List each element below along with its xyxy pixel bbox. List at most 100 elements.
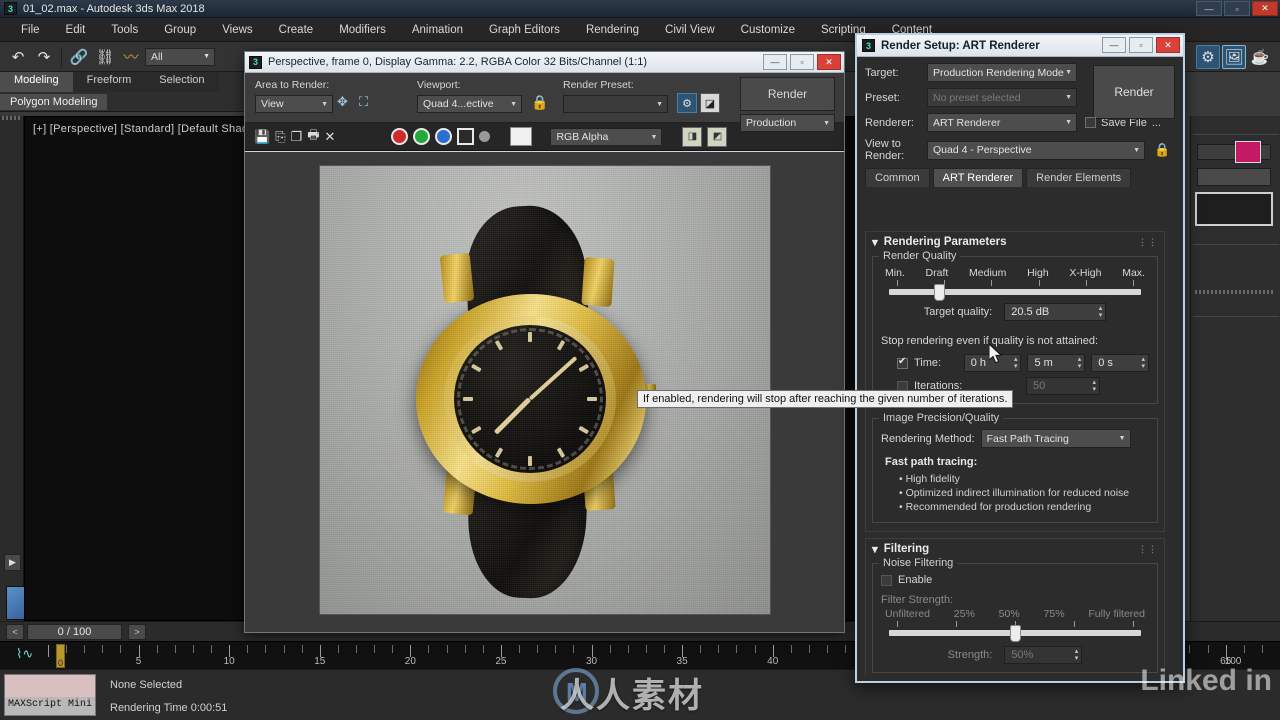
rollout-grip-icon[interactable]: ⋮⋮ xyxy=(1138,544,1158,555)
clone-rendered-frame-icon[interactable]: ◩ xyxy=(707,126,728,147)
menu-item-edit[interactable]: Edit xyxy=(53,24,99,36)
renderer-dropdown[interactable]: ART Renderer ▼ xyxy=(927,113,1077,132)
preset-dropdown[interactable]: No preset selected ▼ xyxy=(927,88,1077,107)
close-button[interactable]: ✕ xyxy=(1252,1,1278,16)
filtering-header[interactable]: ▾ Filtering ⋮⋮ xyxy=(866,539,1164,559)
ribbon-tab-selection[interactable]: Selection xyxy=(145,72,219,92)
menu-item-modifiers[interactable]: Modifiers xyxy=(326,24,399,36)
target-quality-spinner[interactable]: 20.5 dB ▴ ▾ xyxy=(1004,303,1107,321)
time-slider[interactable]: 0 xyxy=(56,644,65,668)
menu-item-group[interactable]: Group xyxy=(151,24,209,36)
menu-item-tools[interactable]: Tools xyxy=(98,24,151,36)
menu-item-animation[interactable]: Animation xyxy=(399,24,476,36)
clear-image-icon[interactable]: ✕ xyxy=(325,129,336,145)
render-preset-dropdown[interactable]: ▼ xyxy=(563,95,668,113)
ribbon-tab-freeform[interactable]: Freeform xyxy=(72,72,146,92)
render-mode-dropdown[interactable]: Production ▼ xyxy=(740,114,835,132)
edit-region-icon[interactable]: ⛶ xyxy=(359,94,379,114)
auto-region-selected-icon[interactable]: ✥ xyxy=(337,94,357,114)
object-color-swatch[interactable] xyxy=(1235,141,1261,163)
rollout-grip[interactable] xyxy=(1195,290,1275,294)
undo-icon[interactable]: ↶ xyxy=(6,45,30,69)
spinner-arrows-icon[interactable]: ▴ ▾ xyxy=(1078,356,1082,370)
spinner-arrows-icon[interactable]: ▴ ▾ xyxy=(1092,379,1096,393)
maxscript-output-pane[interactable] xyxy=(5,675,95,697)
ribbon-tab-modeling[interactable]: Modeling xyxy=(0,72,73,92)
filter-strength-slider[interactable] xyxy=(889,625,1141,642)
render-quality-slider[interactable] xyxy=(889,284,1141,301)
time-seconds-spinner[interactable]: 0 s ▴ ▾ xyxy=(1091,354,1149,372)
render-setup-render-button[interactable]: Render xyxy=(1093,65,1175,119)
modifier-stack-list[interactable] xyxy=(1195,192,1273,226)
tab-art-renderer[interactable]: ART Renderer xyxy=(932,168,1024,187)
toolbar-grip[interactable] xyxy=(2,116,22,120)
clone-image-icon[interactable]: ❐ xyxy=(291,129,303,145)
render-setup-icon[interactable]: ⚙ xyxy=(1196,44,1220,69)
menu-item-create[interactable]: Create xyxy=(266,24,327,36)
time-checkbox[interactable] xyxy=(897,356,908,369)
redo-icon[interactable]: ↷ xyxy=(32,45,56,69)
rendering-method-dropdown[interactable]: Fast Path Tracing ▼ xyxy=(980,429,1131,448)
rollout-grip-icon[interactable]: ⋮⋮ xyxy=(1138,237,1158,248)
strength-spinner[interactable]: 50% ▴ ▾ xyxy=(1004,646,1083,664)
menu-item-views[interactable]: Views xyxy=(209,24,265,36)
select-and-link-icon[interactable]: 🔗 xyxy=(67,45,91,69)
next-frame-button[interactable]: > xyxy=(128,623,146,640)
spinner-arrows-icon[interactable]: ▴ ▾ xyxy=(1141,356,1145,370)
filter-strength-slider-thumb[interactable] xyxy=(1010,625,1021,642)
blue-channel-icon[interactable] xyxy=(435,128,453,145)
view-to-render-dropdown[interactable]: Quad 4 - Perspective ▼ xyxy=(927,140,1145,160)
enable-red-blue-icon[interactable]: ◨ xyxy=(682,126,703,147)
green-channel-icon[interactable] xyxy=(413,128,431,145)
copy-image-icon[interactable]: ⎘ xyxy=(275,129,285,145)
render-setup-icon[interactable]: ⚙ xyxy=(677,93,697,113)
area-to-render-dropdown[interactable]: View ▼ xyxy=(255,95,333,113)
render-production-icon[interactable]: ☕ xyxy=(1248,45,1272,69)
rfw-minimize-button[interactable]: — xyxy=(763,54,787,70)
rendering-parameters-header[interactable]: ▾ Rendering Parameters ⋮⋮ xyxy=(866,232,1164,252)
lock-viewport-icon[interactable]: 🔒 xyxy=(531,94,548,111)
bind-to-space-warp-icon[interactable]: 〰 xyxy=(119,45,143,69)
viewport-expand-button[interactable]: ▶ xyxy=(4,554,21,571)
menu-item-customize[interactable]: Customize xyxy=(728,24,808,36)
render-setup-minimize-button[interactable]: — xyxy=(1102,37,1126,53)
spinner-arrows-icon[interactable]: ▴ ▾ xyxy=(1075,648,1079,662)
rendered-frame-window-icon[interactable]: 🖼 xyxy=(1222,44,1246,69)
background-color-swatch[interactable] xyxy=(510,127,533,146)
menu-item-graph-editors[interactable]: Graph Editors xyxy=(476,24,573,36)
tab-render-elements[interactable]: Render Elements xyxy=(1026,168,1132,187)
channel-dropdown[interactable]: RGB Alpha ▼ xyxy=(550,127,663,146)
render-button[interactable]: Render xyxy=(740,77,835,111)
current-frame-display[interactable]: 0 / 100 xyxy=(27,623,122,640)
rendered-frame-window[interactable]: 3 Perspective, frame 0, Display Gamma: 2… xyxy=(244,51,845,633)
rfw-maximize-button[interactable]: ▫ xyxy=(790,54,814,70)
print-image-icon[interactable]: 🖶 xyxy=(307,126,319,148)
target-dropdown[interactable]: Production Rendering Mode ▼ xyxy=(927,63,1077,82)
tab-common[interactable]: Common xyxy=(865,168,930,187)
previous-frame-button[interactable]: < xyxy=(6,623,24,640)
collapse-arrow-icon[interactable]: ▾ xyxy=(872,542,878,556)
spinner-arrows-icon[interactable]: ▴ ▾ xyxy=(1014,356,1018,370)
enable-noise-filtering-checkbox[interactable] xyxy=(881,574,892,586)
key-mode-icon[interactable]: ⌇∿ xyxy=(16,646,40,664)
red-channel-icon[interactable] xyxy=(391,128,409,145)
render-setup-dialog[interactable]: 3 Render Setup: ART Renderer — ▫ ✕ Rende… xyxy=(855,33,1185,683)
render-setup-close-button[interactable]: ✕ xyxy=(1156,37,1180,53)
save-file-checkbox[interactable] xyxy=(1085,117,1096,128)
alpha-channel-icon[interactable] xyxy=(457,128,475,145)
rfw-close-button[interactable]: ✕ xyxy=(817,54,841,70)
render-setup-maximize-button[interactable]: ▫ xyxy=(1129,37,1153,53)
render-setup-scroll-area[interactable]: ▾ Rendering Parameters ⋮⋮ Render Quality… xyxy=(865,231,1165,675)
time-minutes-spinner[interactable]: 5 m ▴ ▾ xyxy=(1027,354,1086,372)
command-panel-dropdown[interactable] xyxy=(1197,168,1271,186)
monochrome-icon[interactable] xyxy=(479,131,491,142)
exposure-control-icon[interactable]: ◪ xyxy=(700,93,720,113)
iterations-spinner[interactable]: 50 ▴ ▾ xyxy=(1026,377,1100,395)
maximize-button[interactable]: ▫ xyxy=(1224,1,1250,16)
polygon-modeling-panel[interactable]: Polygon Modeling xyxy=(0,93,108,110)
selection-filter-dropdown[interactable]: All ▼ xyxy=(145,47,215,66)
collapse-arrow-icon[interactable]: ▾ xyxy=(872,235,878,249)
render-quality-slider-thumb[interactable] xyxy=(934,284,946,301)
menu-item-civil-view[interactable]: Civil View xyxy=(652,24,728,36)
minimize-button[interactable]: — xyxy=(1196,1,1222,16)
